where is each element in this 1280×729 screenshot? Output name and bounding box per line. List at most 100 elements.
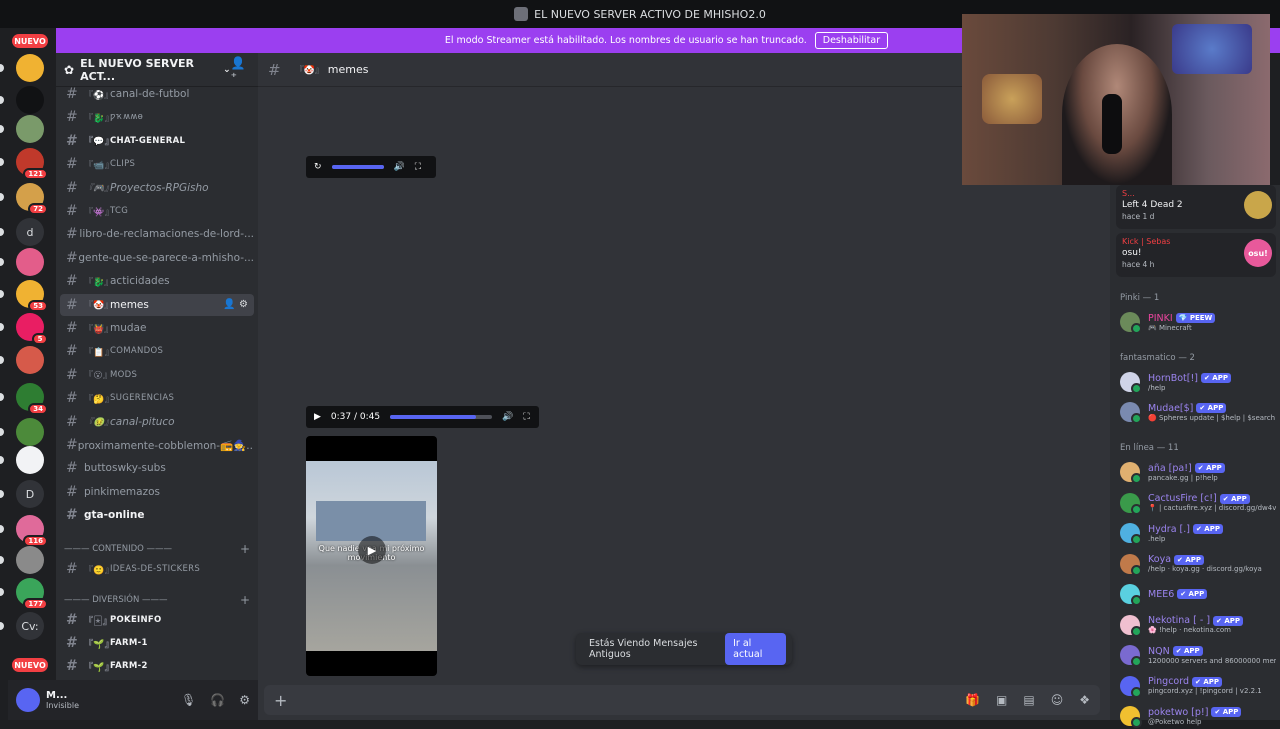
- server-icon-5[interactable]: d: [16, 218, 44, 246]
- member-name-line: Koya ✔ APP: [1148, 554, 1262, 565]
- server-icon-10[interactable]: 34: [16, 383, 48, 415]
- member-item[interactable]: MEE6 ✔ APP: [1120, 581, 1280, 607]
- volume-icon[interactable]: 🔊: [394, 162, 405, 172]
- gif-icon[interactable]: ▣: [996, 693, 1007, 707]
- member-item[interactable]: poketwo [p!] ✔ APP @Poketwo help: [1120, 703, 1280, 729]
- volume-bar[interactable]: [331, 165, 384, 169]
- channel-name: buttoswky-subs: [84, 462, 166, 475]
- settings-gear-icon[interactable]: ⚙: [239, 299, 248, 310]
- emoji-icon[interactable]: ☺: [1051, 693, 1064, 707]
- channel-item[interactable]: # 『🃏』 POKEINFO: [60, 609, 254, 631]
- add-channel-icon[interactable]: +: [240, 542, 250, 556]
- microphone-icon[interactable]: 🎙: [181, 693, 196, 707]
- member-avatar: [1120, 492, 1142, 515]
- invite-icon[interactable]: 👤: [223, 299, 239, 310]
- member-item[interactable]: Koya ✔ APP/help · koya.gg · discord.gg/ko…: [1120, 551, 1280, 577]
- sticker-icon[interactable]: ▤: [1023, 693, 1034, 707]
- channel-item[interactable]: # 『🤢』 canal-pituco: [60, 411, 254, 433]
- invite-people-icon[interactable]: 👤⁺: [231, 56, 250, 84]
- unread-pill: [0, 428, 4, 436]
- channel-emoji: 『🙂』: [84, 565, 115, 576]
- activity-card[interactable]: Kick | Sebas osu! hace 4 h osu!: [1116, 233, 1276, 277]
- settings-gear-icon[interactable]: ⚙: [239, 693, 250, 707]
- fullscreen-icon[interactable]: ⛶: [523, 412, 529, 422]
- channel-item[interactable]: # 『👾』 TCG: [60, 200, 254, 222]
- channel-item[interactable]: # 『🤔』 SUGERENCIAS: [60, 387, 254, 409]
- channel-item[interactable]: # buttoswky-subs: [60, 457, 254, 479]
- progress-bar[interactable]: [390, 415, 493, 419]
- member-item[interactable]: Nekotina [ - ] ✔ APP 🌸 !help · nekotina.co…: [1120, 612, 1280, 638]
- channel-item[interactable]: # 『💬』 CHAT-GENERAL: [60, 130, 254, 152]
- fullscreen-icon[interactable]: ⛶: [415, 162, 421, 172]
- channel-name: pinkimemazos: [84, 485, 160, 498]
- jump-to-present-button[interactable]: Ir al actual: [725, 633, 786, 665]
- server-icon-4[interactable]: 72: [16, 183, 48, 215]
- server-icon-3[interactable]: 121: [16, 148, 48, 180]
- volume-icon[interactable]: 🔊: [502, 412, 513, 422]
- channel-item[interactable]: # 『⚽』 canal-de-futbol: [60, 83, 254, 105]
- channel-item[interactable]: # proximamente-cobblemon-📻🧙...: [60, 434, 254, 456]
- channel-item[interactable]: # 『🤡』 memes 👤 ⚙: [60, 293, 254, 316]
- server-icon-8[interactable]: 5: [16, 313, 48, 345]
- play-overlay-icon[interactable]: ▶: [358, 536, 386, 564]
- channel-category[interactable]: ——— CONTENIDO ——— +: [64, 541, 250, 557]
- channel-item[interactable]: # pinkimemazos: [60, 481, 254, 503]
- server-icon-12[interactable]: [16, 446, 44, 474]
- play-icon[interactable]: ▶: [314, 412, 321, 422]
- member-item[interactable]: Pingcord ✔ APP pingcord.xyz | !pingcord | …: [1120, 673, 1280, 699]
- member-item[interactable]: PINKI 💎 PEEW 🎮 Minecraft: [1120, 309, 1280, 335]
- disable-streamer-button[interactable]: Deshabilitar: [814, 32, 889, 49]
- channel-item[interactable]: # 『😮』 MODS: [60, 364, 254, 386]
- server-icon-15[interactable]: [16, 546, 44, 574]
- server-icon-2[interactable]: [16, 115, 44, 143]
- activity-card[interactable]: S... Left 4 Dead 2 hace 1 d: [1116, 185, 1276, 229]
- channel-item[interactable]: # 『🙂』 IDEAS-DE-STICKERS: [60, 558, 254, 580]
- headphones-icon[interactable]: 🎧: [210, 693, 225, 707]
- channel-item[interactable]: # 『🎮』 Proyectos-RPGisho: [60, 177, 254, 199]
- hash-icon: #: [66, 612, 79, 628]
- channel-item[interactable]: # gta-online: [60, 504, 254, 526]
- channel-item[interactable]: # 『🐉』 ƿҡʍʍѳ: [60, 106, 254, 128]
- add-channel-icon[interactable]: +: [240, 593, 250, 607]
- apps-icon[interactable]: ❖: [1079, 693, 1090, 707]
- member-item[interactable]: HornBot[!] ✔ APP/help: [1120, 369, 1280, 395]
- channel-item[interactable]: # gente-que-se-parece-a-mhisho-...: [60, 247, 254, 269]
- server-icon-9[interactable]: [16, 346, 44, 374]
- gift-icon[interactable]: 🎁: [965, 693, 980, 707]
- video-embed[interactable]: Que nadie vea mi próximo movimiento ▶: [306, 436, 437, 676]
- server-icon-13[interactable]: D: [16, 480, 44, 508]
- channel-item[interactable]: # 『📹』 CLIPS: [60, 153, 254, 175]
- member-avatar: [1120, 706, 1142, 728]
- message-input[interactable]: [303, 693, 966, 707]
- channel-name: MODS: [110, 369, 138, 380]
- user-status: Invisible: [46, 701, 79, 710]
- server-icon-16[interactable]: 177: [16, 578, 48, 610]
- attach-plus-icon[interactable]: +: [274, 691, 287, 710]
- replay-icon[interactable]: ↻: [314, 162, 322, 172]
- server-icon-17[interactable]: Cv:: [16, 612, 44, 640]
- server-icon-6[interactable]: [16, 248, 44, 276]
- channel-item[interactable]: # 『📋』 COMANDOS: [60, 340, 254, 362]
- member-name: Nekotina [ - ]: [1148, 615, 1211, 626]
- member-item[interactable]: CactusFire [c!] ✔ APP 📍 | cactusfire.xyz |…: [1120, 490, 1280, 516]
- channel-item[interactable]: # 『👹』 mudae: [60, 317, 254, 339]
- channel-item[interactable]: # 『🌱』 FARM-1: [60, 632, 254, 654]
- server-icon-7[interactable]: 53: [16, 280, 48, 312]
- member-list: S... Left 4 Dead 2 hace 1 d Kick | Sebas osu…: [1110, 185, 1280, 728]
- server-icon-0[interactable]: [16, 54, 44, 82]
- guild-header[interactable]: ✿ EL NUEVO SERVER ACT... ⌄ 👤⁺: [56, 53, 258, 87]
- member-item[interactable]: aña [pa!] ✔ APP pancake.gg | p!help: [1120, 459, 1280, 485]
- server-icon-11[interactable]: [16, 418, 44, 446]
- member-item[interactable]: Mudae[$] ✔ APP 🔴 Spheres update | $help | …: [1120, 399, 1280, 425]
- channel-category[interactable]: ——— DIVERSIÓN ——— +: [64, 592, 250, 608]
- member-item[interactable]: Hydra [.] ✔ APP .help: [1120, 520, 1280, 546]
- channel-item[interactable]: # 『🐉』 acticidades: [60, 270, 254, 292]
- user-avatar[interactable]: [16, 688, 40, 712]
- server-icon-14[interactable]: 116: [16, 515, 48, 547]
- channel-item[interactable]: # 『🌱』 FARM-2: [60, 655, 254, 677]
- member-item[interactable]: NQN ✔ APP 1200000 servers and 86000000 mem: [1120, 642, 1280, 668]
- channel-item[interactable]: # libro-de-reclamaciones-de-lord-...: [60, 223, 254, 245]
- app-tag: ✔ APP: [1177, 589, 1208, 599]
- server-icon-1[interactable]: [16, 86, 44, 114]
- unread-pill: [0, 158, 4, 166]
